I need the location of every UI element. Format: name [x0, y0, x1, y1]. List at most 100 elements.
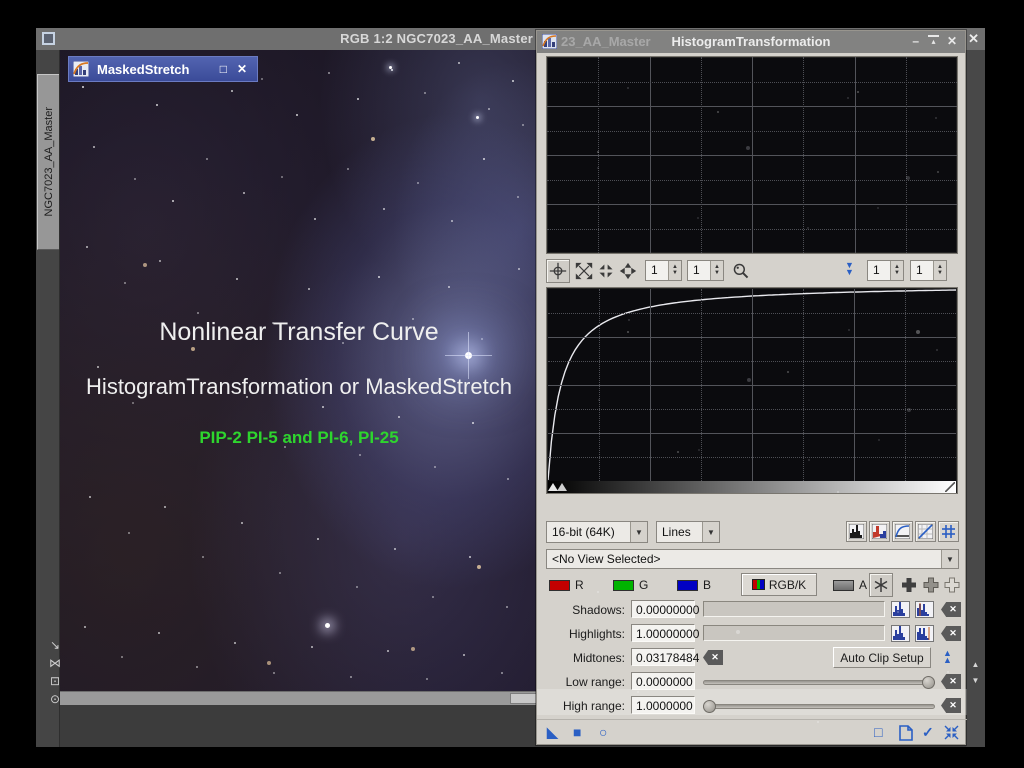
histogram-grid	[547, 57, 957, 253]
spin-down-icon[interactable]: ▼	[937, 271, 943, 276]
midtones-value-field[interactable]: 0.03178484	[631, 648, 695, 666]
highlights-reset-icon[interactable]: ✕	[941, 626, 961, 641]
show-output-histogram-button[interactable]	[869, 521, 890, 542]
show-curve-button[interactable]	[892, 521, 913, 542]
readout-mode-button[interactable]	[546, 259, 570, 283]
high-range-thumb[interactable]	[703, 700, 716, 713]
chevron-down-icon[interactable]: ▼	[702, 522, 719, 542]
channel-red-toggle[interactable]: R	[549, 575, 584, 595]
channel-alpha-toggle[interactable]: A	[833, 575, 867, 595]
edit-instance-icon[interactable]: □	[874, 724, 882, 740]
pan-mode-button[interactable]	[616, 259, 640, 283]
view-selector[interactable]: <No View Selected> ▼	[546, 549, 959, 569]
clipping-dark-icon[interactable]	[901, 577, 917, 593]
spinner-arrows[interactable]: ▲ ▼	[668, 261, 681, 280]
transfer-curve-panel[interactable]	[546, 287, 958, 494]
output-horizontal-zoom-value: 1	[868, 261, 890, 280]
scroll-up-icon[interactable]: ▲	[970, 660, 981, 669]
channel-green-toggle[interactable]: G	[613, 575, 648, 595]
histogram-color-icon	[872, 524, 887, 539]
rgb-stripes-icon	[752, 579, 765, 590]
realtime-preview-icon[interactable]: ○	[599, 724, 607, 740]
output-horizontal-zoom-spinner[interactable]: 1 ▲ ▼	[867, 260, 904, 281]
high-range-reset-icon[interactable]: ✕	[941, 698, 961, 713]
astro-image-view[interactable]: Nonlinear Transfer Curve HistogramTransf…	[60, 50, 538, 691]
collapse-arrows-icon	[597, 262, 615, 280]
highlights-value-field[interactable]: 1.00000000	[631, 624, 695, 642]
maskedstretch-close-icon[interactable]: ✕	[237, 62, 247, 76]
low-range-slider[interactable]	[703, 680, 935, 685]
scroll-down-icon[interactable]: ▼	[970, 676, 981, 685]
midtones-reset-icon[interactable]: ✕	[703, 650, 723, 665]
output-vertical-zoom-value: 1	[911, 261, 933, 280]
dialog-titlebar[interactable]: 23_AA_Master HistogramTransformation – ▴…	[537, 31, 965, 53]
maskedstretch-titlebar[interactable]: MaskedStretch □ ✕	[68, 56, 258, 82]
toggle-output-histogram-icon[interactable]: ▼ ▼	[845, 262, 854, 276]
output-vertical-zoom-spinner[interactable]: 1 ▲ ▼	[910, 260, 947, 281]
reset-collapse-icon[interactable]	[944, 725, 959, 740]
main-close-icon[interactable]: ✕	[968, 31, 979, 47]
channel-rgbk-toggle[interactable]: RGB/K	[741, 573, 817, 596]
show-grid-button[interactable]	[938, 521, 959, 542]
bit-depth-select[interactable]: 16-bit (64K) ▼	[546, 521, 648, 543]
dialog-minimize-icon[interactable]: –	[912, 34, 919, 48]
chevron-down-icon[interactable]: ▼	[630, 522, 647, 542]
highlights-auto-clip-icon[interactable]	[915, 625, 934, 642]
spin-down-icon[interactable]: ▼	[714, 271, 720, 276]
image-side-tab[interactable]: NGC7023_AA_Master	[37, 74, 59, 250]
spinner-arrows[interactable]: ▲ ▼	[890, 261, 903, 280]
bright-star	[476, 116, 479, 119]
channel-blue-toggle[interactable]: B	[677, 575, 711, 595]
input-histogram-panel[interactable]	[546, 56, 958, 254]
spin-down-icon[interactable]: ▼	[672, 271, 678, 276]
show-input-histogram-button[interactable]	[846, 521, 867, 542]
new-instance-icon[interactable]: ◣	[547, 724, 558, 740]
low-range-value-field[interactable]: 0.0000000	[631, 672, 695, 690]
auto-clip-setup-button[interactable]: Auto Clip Setup	[833, 647, 931, 668]
zoom-out-mode-button[interactable]	[594, 259, 618, 283]
expand-arrows-icon	[575, 262, 593, 280]
show-identity-line-button[interactable]	[915, 521, 936, 542]
high-range-slider[interactable]	[703, 704, 935, 709]
vertical-scrollbar[interactable]: ▲ ▼	[966, 50, 985, 747]
shadows-value-field[interactable]: 0.00000000	[631, 600, 695, 618]
horizontal-scrollbar-thumb[interactable]	[510, 693, 537, 704]
highlights-marker[interactable]	[945, 482, 955, 492]
high-range-value-field[interactable]: 1.0000000	[631, 696, 695, 714]
shadows-auto-clip-icon[interactable]	[915, 601, 934, 618]
midtones-row: Midtones: 0.03178484 ✕ Auto Clip Setup ▲…	[537, 647, 967, 671]
horizontal-scrollbar[interactable]	[60, 691, 538, 705]
low-range-thumb[interactable]	[922, 676, 935, 689]
dialog-close-icon[interactable]: ✕	[947, 34, 957, 48]
spinner-arrows[interactable]: ▲ ▼	[933, 261, 946, 280]
gradient-slider-strip[interactable]	[548, 481, 956, 493]
midtones-marker[interactable]	[557, 483, 567, 491]
raw-rgb-mode-button[interactable]	[869, 573, 893, 597]
highlights-clip-count-icon[interactable]	[891, 625, 910, 642]
vertical-zoom-spinner[interactable]: 1 ▲ ▼	[687, 260, 724, 281]
apply-icon[interactable]: ■	[573, 724, 581, 740]
clipping-mid-icon[interactable]	[923, 577, 939, 593]
zoom-11-button[interactable]	[729, 259, 753, 283]
clipping-light-icon[interactable]	[944, 577, 960, 593]
spinner-arrows[interactable]: ▲ ▼	[710, 261, 723, 280]
section-collapse-icon[interactable]: ▲ ▲	[943, 650, 952, 664]
track-view-check-icon[interactable]: ✓	[922, 724, 934, 740]
overlay-caption: PIP-2 PI-5 and PI-6, PI-25	[60, 428, 538, 448]
low-range-reset-icon[interactable]: ✕	[941, 674, 961, 689]
transfer-curve-area[interactable]	[548, 289, 956, 481]
channel-rgbk-label: RGB/K	[769, 578, 806, 592]
translucent-stars	[547, 57, 549, 59]
horizontal-zoom-spinner[interactable]: 1 ▲ ▼	[645, 260, 682, 281]
spin-down-icon[interactable]: ▼	[894, 271, 900, 276]
highlights-slider[interactable]	[703, 625, 885, 641]
shadows-reset-icon[interactable]: ✕	[941, 602, 961, 617]
dialog-shade-icon[interactable]: ▴	[928, 35, 939, 46]
shadows-clip-count-icon[interactable]	[891, 601, 910, 618]
plot-mode-select[interactable]: Lines ▼	[656, 521, 720, 543]
documentation-icon[interactable]	[899, 725, 913, 741]
shadows-slider[interactable]	[703, 601, 885, 617]
zoom-in-mode-button[interactable]	[572, 259, 596, 283]
maskedstretch-restore-icon[interactable]: □	[220, 62, 227, 76]
chevron-down-icon[interactable]: ▼	[941, 550, 958, 568]
